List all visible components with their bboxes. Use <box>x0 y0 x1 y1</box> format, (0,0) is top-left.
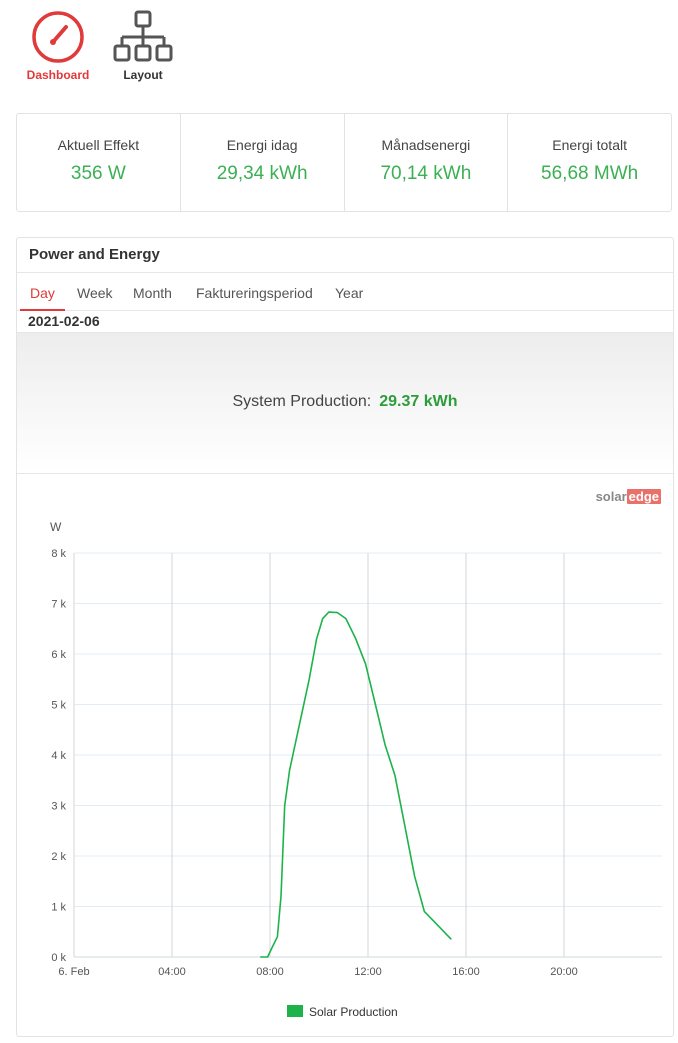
period-tabs: Day Week Month Faktureringsperiod Year <box>17 273 673 311</box>
y-tick-label: 7 k <box>51 599 66 611</box>
dashboard-label: Dashboard <box>26 68 90 82</box>
x-tick-label: 12:00 <box>354 966 382 978</box>
y-tick-label: 4 k <box>51 750 66 762</box>
layout-label: Layout <box>123 68 163 82</box>
y-tick-label: 1 k <box>51 902 66 914</box>
y-tick-label: 0 k <box>51 952 66 964</box>
production-value: 29.37 kWh <box>379 393 458 410</box>
y-tick-label: 5 k <box>51 700 66 712</box>
dashboard-nav-button[interactable]: Dashboard <box>18 10 98 82</box>
stat-value: 70,14 kWh <box>380 163 472 184</box>
stat-value: 356 W <box>70 163 126 184</box>
power-energy-panel: Power and Energy Day Week Month Fakturer… <box>16 237 674 1037</box>
stat-label: Månadsenergi <box>381 137 471 153</box>
top-navigation: Dashboard Layout <box>0 0 678 100</box>
stat-label: Energi idag <box>226 137 298 153</box>
chart-svg: W 0 k 1 k 2 k 3 k 4 k 5 k 6 k 7 k 8 k 6. Feb 04:00 0… <box>50 520 662 1019</box>
stat-energy-today: Energi idag 29,34 kWh <box>181 114 345 211</box>
x-tick-label: 16:00 <box>452 966 480 978</box>
legend-label: Solar Production <box>309 1005 398 1019</box>
selected-date: 2021-02-06 <box>28 313 100 329</box>
stat-value: 56,68 MWh <box>541 163 639 184</box>
sitemap-icon <box>103 10 183 64</box>
panel-title: Power and Energy <box>17 238 673 273</box>
stat-month-energy: Månadsenergi 70,14 kWh <box>345 114 509 211</box>
production-chart: solar edge W 0 k 1 k 2 k 3 k 4 k 5 k 6 k 7 k 8 k 6.… <box>17 473 673 1038</box>
layout-nav-button[interactable]: Layout <box>103 10 183 82</box>
production-label: System Production: <box>232 393 372 410</box>
legend-swatch <box>287 1005 303 1017</box>
series-line-solar-production <box>260 611 452 958</box>
speedometer-icon <box>18 10 98 64</box>
tab-billing-period[interactable]: Faktureringsperiod <box>196 273 313 310</box>
y-axis-label: W <box>50 520 62 534</box>
solaredge-logo: solar edge <box>595 489 661 504</box>
stat-total-energy: Energi totalt 56,68 MWh <box>508 114 671 211</box>
tab-month[interactable]: Month <box>133 273 172 310</box>
y-tick-label: 8 k <box>51 548 66 560</box>
tab-year[interactable]: Year <box>335 273 363 310</box>
tab-day[interactable]: Day <box>20 273 65 311</box>
stat-label: Energi totalt <box>552 137 627 153</box>
x-tick-label: 20:00 <box>550 966 578 978</box>
stat-label: Aktuell Effekt <box>57 137 140 153</box>
system-production-summary: System Production: 29.37 kWh <box>17 332 673 474</box>
x-tick-label: 04:00 <box>158 966 186 978</box>
stats-summary: Aktuell Effekt 356 W Energi idag 29,34 k… <box>16 113 672 212</box>
x-tick-label: 08:00 <box>256 966 284 978</box>
stat-current-power: Aktuell Effekt 356 W <box>17 114 181 211</box>
x-tick-label: 6. Feb <box>58 966 89 978</box>
stat-value: 29,34 kWh <box>216 163 308 184</box>
tab-week[interactable]: Week <box>77 273 113 310</box>
y-tick-label: 2 k <box>51 851 66 863</box>
y-tick-label: 3 k <box>51 801 66 813</box>
y-tick-label: 6 k <box>51 649 66 661</box>
